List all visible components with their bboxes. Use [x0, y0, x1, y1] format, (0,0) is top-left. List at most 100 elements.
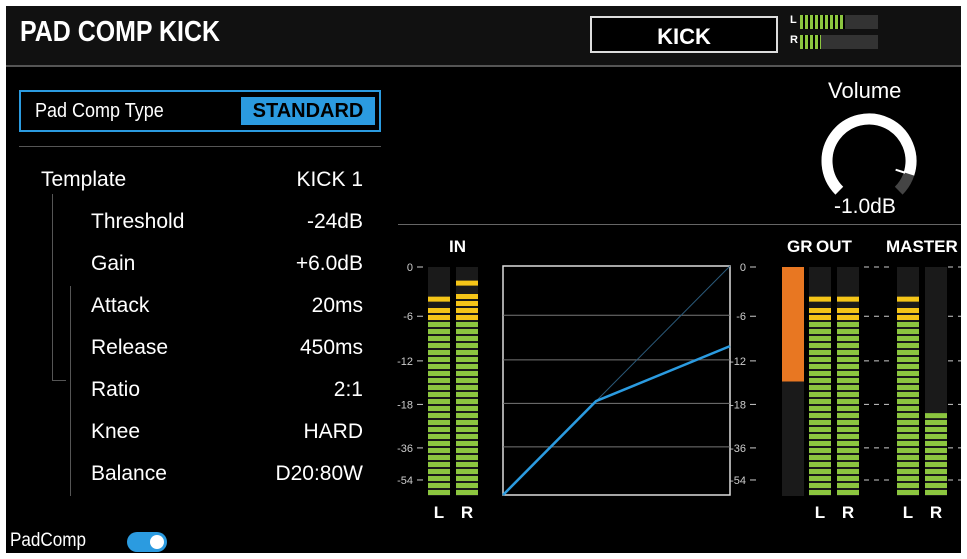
out-meter-r-segment: [837, 336, 859, 341]
out-meter-r-segment: [837, 413, 859, 418]
in-meter-r-segment: [456, 476, 478, 481]
in-scale-label: -18: [397, 399, 413, 411]
in-meter-r-segment: [456, 371, 478, 376]
in-meter-l-segment: [428, 483, 450, 488]
in-meter-l-segment: [428, 448, 450, 453]
out-meter-r-segment: [837, 322, 859, 327]
out-meter-l-segment: [809, 413, 831, 418]
in-meter-r-segment: [456, 462, 478, 467]
out-r-label: R: [842, 503, 854, 522]
out-meter-l-segment: [809, 399, 831, 404]
in-meter-r-segment: [456, 294, 478, 299]
master-meter-r-segment: [925, 476, 947, 481]
out-meter-label: OUT: [816, 237, 853, 256]
in-meter-r-segment: [456, 420, 478, 425]
master-meter-label: MASTER: [886, 237, 958, 256]
out-meter-r-segment: [837, 350, 859, 355]
in-meter-r-segment: [456, 357, 478, 362]
out-meter-l-segment: [809, 371, 831, 376]
out-meter-r-segment: [837, 364, 859, 369]
master-meter-l-segment: [897, 441, 919, 446]
out-meter-r-segment: [837, 476, 859, 481]
master-meter-l-segment: [897, 315, 919, 320]
in-meter-l-segment: [428, 350, 450, 355]
master-meter-l-segment: [897, 378, 919, 383]
in-meter-r-segment: [456, 322, 478, 327]
out-meter-l-segment: [809, 462, 831, 467]
in-meter-r-segment: [456, 427, 478, 432]
out-meter-l-segment: [809, 427, 831, 432]
in-meter-r-segment: [456, 434, 478, 439]
in-meter-l-segment: [428, 462, 450, 467]
padcomp-switch-label: PadComp: [10, 530, 87, 551]
in-meter-r-segment: [456, 385, 478, 390]
in-meter-l-segment: [428, 322, 450, 327]
in-meter-l-segment: [428, 315, 450, 320]
in-meter-r-segment: [456, 448, 478, 453]
out-meter-r-segment: [837, 399, 859, 404]
in-meter-l-segment: [428, 406, 450, 411]
out-meter-l-segment: [809, 322, 831, 327]
screen: PAD COMP KICK KICK L R Pad Comp Type STA…: [6, 6, 961, 553]
in-meter-l-segment: [428, 434, 450, 439]
master-meter-l-segment: [897, 322, 919, 327]
in-scale-label: -6: [403, 311, 413, 323]
in-l-label: L: [434, 503, 444, 522]
out-meter-l-segment: [809, 490, 831, 495]
in-meter-l-segment: [428, 364, 450, 369]
master-meter-l-segment: [897, 476, 919, 481]
out-meter-r-segment: [837, 315, 859, 320]
out-meter-l-segment: [809, 469, 831, 474]
master-meter-r-segment: [925, 420, 947, 425]
master-meter-l-segment: [897, 434, 919, 439]
in-meter-r-segment: [456, 483, 478, 488]
out-meter-r-segment: [837, 490, 859, 495]
out-meter-r-peak: [837, 296, 859, 302]
in-meter-r-segment: [456, 469, 478, 474]
out-meter-r-segment: [837, 357, 859, 362]
in-meter-r-segment: [456, 308, 478, 313]
in-meter-r-peak: [456, 280, 478, 286]
out-meter-l-segment: [809, 406, 831, 411]
in-meter-label: IN: [449, 237, 466, 256]
in-meter-l-segment: [428, 336, 450, 341]
master-meter-l-peak: [897, 296, 919, 302]
out-meter-l-segment: [809, 308, 831, 313]
out-meter-l-segment: [809, 441, 831, 446]
master-meter-l-segment: [897, 336, 919, 341]
out-meter-r-segment: [837, 406, 859, 411]
out-meter-l-segment: [809, 434, 831, 439]
master-meter-l-segment: [897, 371, 919, 376]
master-meter-l-segment: [897, 413, 919, 418]
master-meter-l-segment: [897, 406, 919, 411]
master-l-label: L: [903, 503, 913, 522]
in-scale-label: -54: [397, 475, 413, 487]
padcomp-toggle[interactable]: [127, 532, 167, 552]
out-meter-l-peak: [809, 296, 831, 302]
master-meter-r-peak: [925, 413, 947, 419]
in-meter-r-segment: [456, 441, 478, 446]
in-meter-r-segment: [456, 490, 478, 495]
out-meter-l-segment: [809, 420, 831, 425]
in-meter-l-segment: [428, 343, 450, 348]
in-scale-label: -36: [397, 443, 413, 455]
out-meter-l-segment: [809, 336, 831, 341]
master-meter-l-segment: [897, 364, 919, 369]
in-meter-r-segment: [456, 329, 478, 334]
in-meter-l-segment: [428, 427, 450, 432]
master-meter-l-segment: [897, 399, 919, 404]
out-meter-l-segment: [809, 364, 831, 369]
out-meter-l-segment: [809, 343, 831, 348]
out-scale-label: -18: [730, 399, 746, 411]
master-meter-l-segment: [897, 308, 919, 313]
out-meter-l-segment: [809, 455, 831, 460]
out-meter-r-segment: [837, 385, 859, 390]
padcomp-toggle-knob: [150, 535, 164, 549]
out-meter-l-segment: [809, 392, 831, 397]
master-meter-l-segment: [897, 483, 919, 488]
master-meter-r-segment: [925, 483, 947, 488]
out-meter-l-segment: [809, 448, 831, 453]
master-meter-r-segment: [925, 427, 947, 432]
in-meter-l-segment: [428, 385, 450, 390]
out-meter-r-segment: [837, 434, 859, 439]
